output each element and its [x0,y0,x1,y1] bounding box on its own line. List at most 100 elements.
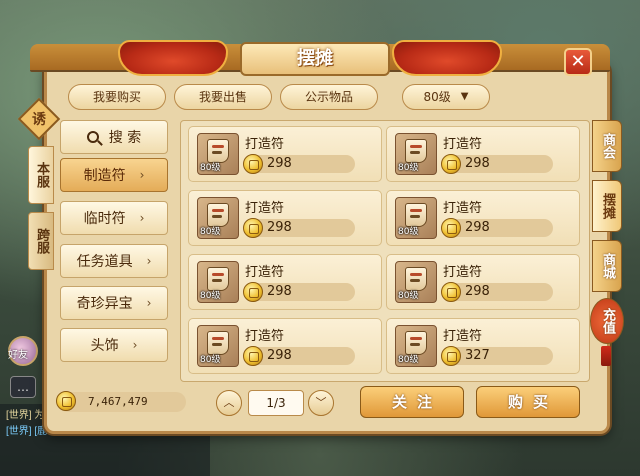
tab-mall[interactable]: 商城 [592,240,622,292]
item-level: 80级 [398,227,419,237]
item-name: 打造符 [245,329,285,344]
listing-card[interactable]: 80级 打造符 298 [188,254,382,310]
item-price: 298 [465,220,490,235]
item-level: 80级 [200,355,221,365]
item-level: 80级 [398,355,419,365]
chat-icon[interactable]: … [10,376,36,398]
item-price: 298 [267,220,292,235]
tab-local-server[interactable]: 本服 [28,146,54,204]
search-icon [86,131,99,143]
scroll-icon: 80级 [395,325,437,367]
level-filter-value: 80级 [423,90,451,104]
item-name: 打造符 [443,265,483,280]
chevron-right-icon: › [139,168,145,182]
category-label: 奇珍异宝 [76,296,133,312]
item-name: 打造符 [443,201,483,216]
price-bar: 298 [441,282,553,302]
price-bar: 298 [243,346,355,366]
coin-icon [56,391,76,411]
listing-card[interactable]: 80级 打造符 327 [386,318,580,374]
scroll-icon: 80级 [197,197,239,239]
listing-card[interactable]: 80级 打造符 298 [188,318,382,374]
listing-card[interactable]: 80级 打造符 298 [386,190,580,246]
level-filter-select[interactable]: 80级 ▼ [402,84,490,110]
price-bar: 298 [243,154,355,174]
category-label: 任务道具 [76,254,133,270]
chevron-right-icon: › [132,338,138,352]
item-level: 80级 [398,291,419,301]
tab-cross-server[interactable]: 跨服 [28,212,54,270]
tab-recharge[interactable]: 充值 [590,298,624,344]
close-button[interactable]: ✕ [564,48,592,76]
coin-icon [243,346,263,366]
tab-sell[interactable]: 我要出售 [174,84,272,110]
item-name: 打造符 [245,265,285,280]
search-label: 搜 索 [108,130,142,146]
category-list: 搜 索 制造符 › 临时符 › 任务道具 › 奇珍异宝 › 头饰 › [58,118,170,380]
scroll-icon: 80级 [395,197,437,239]
chevron-right-icon: › [146,254,152,268]
tab-buy[interactable]: 我要购买 [68,84,166,110]
coin-icon [243,282,263,302]
top-tab-bar: 我要购买 我要出售 公示物品 80级 ▼ [64,80,592,114]
price-bar: 298 [441,218,553,238]
next-page-button[interactable]: ﹀ [308,390,334,416]
category-label: 临时符 [83,211,126,227]
category-item-toushi[interactable]: 头饰 › [60,328,168,362]
buy-button[interactable]: 购买 [476,386,580,418]
category-label: 制造符 [83,168,126,184]
coin-icon [441,154,461,174]
money-display: 7,467,479 [56,391,186,412]
item-level: 80级 [398,163,419,173]
price-bar: 298 [441,154,553,174]
tab-stall[interactable]: 摆摊 [592,180,622,232]
coin-icon [441,346,461,366]
item-price: 298 [465,284,490,299]
category-label: 头饰 [90,338,119,354]
item-level: 80级 [200,291,221,301]
page-indicator: 1/3 [248,390,304,416]
coin-icon [243,218,263,238]
category-item-qizhenyibao[interactable]: 奇珍异宝 › [60,286,168,320]
item-level: 80级 [200,227,221,237]
tab-public-items[interactable]: 公示物品 [280,84,378,110]
money-amount: 7,467,479 [88,395,148,408]
scroll-icon: 80级 [197,261,239,303]
chevron-right-icon: › [146,296,152,310]
page-title: 摆摊 [240,42,390,76]
coin-icon [243,154,263,174]
listing-card[interactable]: 80级 打造符 298 [188,190,382,246]
prev-page-button[interactable]: ︿ [216,390,242,416]
item-price: 298 [267,156,292,171]
price-bar: 327 [441,346,553,366]
friend-label: 好友 [8,350,28,361]
listing-card[interactable]: 80级 打造符 298 [386,254,580,310]
listing-card[interactable]: 80级 打造符 298 [188,126,382,182]
ribbon-decoration [118,40,228,76]
search-button[interactable]: 搜 索 [60,120,168,154]
category-item-zhizaofu[interactable]: 制造符 › [60,158,168,192]
coin-icon [441,282,461,302]
side-badge-label: 诱 [32,112,46,128]
ribbon-decoration [392,40,502,76]
item-price: 327 [465,348,490,363]
price-bar: 298 [243,282,355,302]
item-name: 打造符 [443,329,483,344]
scroll-icon: 80级 [197,325,239,367]
price-bar: 298 [243,218,355,238]
category-item-linshifu[interactable]: 临时符 › [60,201,168,235]
item-level: 80级 [200,163,221,173]
item-name: 打造符 [245,201,285,216]
scroll-icon: 80级 [395,261,437,303]
scroll-icon: 80级 [197,133,239,175]
item-name: 打造符 [245,137,285,152]
listing-card[interactable]: 80级 打造符 298 [386,126,580,182]
category-item-renwudaoju[interactable]: 任务道具 › [60,244,168,278]
chevron-down-icon: ▼ [460,91,469,102]
tab-chamber-of-commerce[interactable]: 商会 [592,120,622,172]
coin-icon [441,218,461,238]
item-price: 298 [267,348,292,363]
follow-button[interactable]: 关注 [360,386,464,418]
chevron-right-icon: › [139,211,145,225]
item-price: 298 [465,156,490,171]
